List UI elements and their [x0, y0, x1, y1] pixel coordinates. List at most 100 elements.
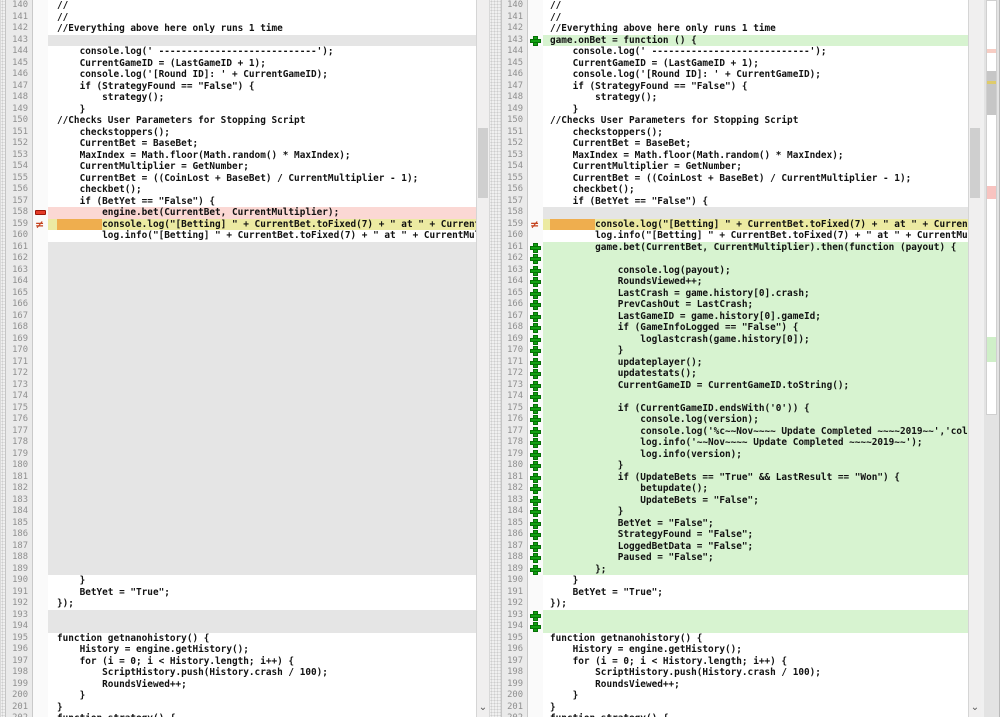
code-text[interactable]: console.log(' --------------------------…	[48, 46, 476, 58]
code-text[interactable]	[48, 460, 476, 472]
code-text[interactable]	[48, 368, 476, 380]
code-text[interactable]	[48, 426, 476, 438]
code-text[interactable]: game.bet(CurrentBet, CurrentMultiplier).…	[543, 242, 968, 254]
code-text[interactable]: console.log('[Round ID]: ' + CurrentGame…	[543, 69, 968, 81]
code-text[interactable]: if (BetYet == "False") {	[48, 196, 476, 208]
code-text[interactable]: }	[48, 702, 476, 714]
code-text[interactable]	[48, 621, 476, 633]
code-text[interactable]: }	[543, 506, 968, 518]
code-text[interactable]: }	[543, 460, 968, 472]
code-text[interactable]	[543, 207, 968, 219]
code-text[interactable]: BetYet = "True";	[543, 587, 968, 599]
code-text[interactable]: console.log('[Round ID]: ' + CurrentGame…	[48, 69, 476, 81]
code-text[interactable]: function getnanohistory() {	[543, 633, 968, 645]
code-text[interactable]: log.info('~~Nov~~~~ Update Completed ~~~…	[543, 437, 968, 449]
code-text[interactable]: if (StrategyFound == "False") {	[48, 81, 476, 93]
code-text[interactable]: }	[543, 690, 968, 702]
code-text[interactable]: CurrentGameID = (LastGameID + 1);	[48, 58, 476, 70]
code-text[interactable]: History = engine.getHistory();	[543, 644, 968, 656]
code-text[interactable]: console.log(' --------------------------…	[543, 46, 968, 58]
code-text[interactable]	[48, 253, 476, 265]
code-text[interactable]: //	[48, 12, 476, 24]
code-text[interactable]: //Checks User Parameters for Stopping Sc…	[543, 115, 968, 127]
code-text[interactable]: UpdateBets = "False";	[543, 495, 968, 507]
code-text[interactable]	[48, 449, 476, 461]
code-text[interactable]: LastGameID = game.history[0].gameId;	[543, 311, 968, 323]
code-text[interactable]: }	[543, 104, 968, 116]
code-text[interactable]: function strategy() {	[48, 713, 476, 717]
code-text[interactable]	[543, 391, 968, 403]
code-text[interactable]	[48, 35, 476, 47]
code-text[interactable]: CurrentBet = ((CoinLost + BaseBet) / Cur…	[48, 173, 476, 185]
code-text[interactable]: //Checks User Parameters for Stopping Sc…	[48, 115, 476, 127]
code-text[interactable]: CurrentBet = BaseBet;	[543, 138, 968, 150]
code-text[interactable]: History = engine.getHistory();	[48, 644, 476, 656]
code-text[interactable]: checkbet();	[48, 184, 476, 196]
code-text[interactable]: betupdate();	[543, 483, 968, 495]
pane-splitter[interactable]	[489, 0, 502, 717]
code-text[interactable]: strategy();	[48, 92, 476, 104]
code-text[interactable]	[48, 541, 476, 553]
code-text[interactable]: });	[543, 598, 968, 610]
code-text[interactable]: loglastcrash(game.history[0]);	[543, 334, 968, 346]
code-text[interactable]: if (GameInfoLogged == "False") {	[543, 322, 968, 334]
code-text[interactable]: }	[543, 575, 968, 587]
code-text[interactable]: //	[543, 0, 968, 12]
code-text[interactable]	[48, 437, 476, 449]
code-text[interactable]: RoundsViewed++;	[48, 679, 476, 691]
code-text[interactable]	[48, 380, 476, 392]
code-text[interactable]: log.info("[Betting] " + CurrentBet.toFix…	[543, 230, 968, 242]
right-vertical-scrollbar[interactable]: ⌄	[968, 0, 981, 717]
code-text[interactable]	[543, 253, 968, 265]
code-text[interactable]: //Everything above here only runs 1 time	[543, 23, 968, 35]
code-text[interactable]: LoggedBetData = "False";	[543, 541, 968, 553]
code-text[interactable]: }	[48, 575, 476, 587]
code-text[interactable]: for (i = 0; i < History.length; i++) {	[543, 656, 968, 668]
code-text[interactable]	[48, 276, 476, 288]
code-text[interactable]	[48, 322, 476, 334]
code-text[interactable]: CurrentBet = ((CoinLost + BaseBet) / Cur…	[543, 173, 968, 185]
code-text[interactable]	[48, 414, 476, 426]
code-text[interactable]: log.info("[Betting] " + CurrentBet.toFix…	[48, 230, 476, 242]
code-text[interactable]: console.log(payout);	[543, 265, 968, 277]
diff-navigation-bar[interactable]	[984, 0, 1000, 717]
code-text[interactable]	[48, 506, 476, 518]
code-text[interactable]: }	[48, 104, 476, 116]
code-text[interactable]: });	[48, 598, 476, 610]
code-text[interactable]: if (CurrentGameID.endsWith('0')) {	[543, 403, 968, 415]
code-text[interactable]: engine.bet(CurrentBet, CurrentMultiplier…	[48, 207, 476, 219]
code-text[interactable]: CurrentBet = BaseBet;	[48, 138, 476, 150]
code-text[interactable]	[543, 610, 968, 622]
code-text[interactable]	[48, 242, 476, 254]
code-text[interactable]: //	[543, 12, 968, 24]
scrollbar-thumb[interactable]	[478, 128, 488, 198]
code-text[interactable]: log.info(version);	[543, 449, 968, 461]
code-text[interactable]: function strategy() {	[543, 713, 968, 717]
scroll-down-button[interactable]: ⌄	[477, 703, 489, 717]
code-text[interactable]: console.log(version);	[543, 414, 968, 426]
code-text[interactable]: LastCrash = game.history[0].crash;	[543, 288, 968, 300]
code-text[interactable]: BetYet = "True";	[48, 587, 476, 599]
code-text[interactable]	[48, 311, 476, 323]
code-text[interactable]: BetYet = "False";	[543, 518, 968, 530]
code-text[interactable]: CurrentGameID = CurrentGameID.toString()…	[543, 380, 968, 392]
code-text[interactable]: RoundsViewed++;	[543, 276, 968, 288]
code-text[interactable]	[48, 495, 476, 507]
code-text[interactable]: checkbet();	[543, 184, 968, 196]
code-text[interactable]	[48, 518, 476, 530]
code-text[interactable]: }	[543, 345, 968, 357]
code-text[interactable]: function getnanohistory() {	[48, 633, 476, 645]
code-text[interactable]	[48, 483, 476, 495]
code-text[interactable]: strategy();	[543, 92, 968, 104]
code-text[interactable]	[48, 299, 476, 311]
left-vertical-scrollbar[interactable]: ⌄	[476, 0, 489, 717]
code-text[interactable]: CurrentMultiplier = GetNumber;	[48, 161, 476, 173]
code-text[interactable]: MaxIndex = Math.floor(Math.random() * Ma…	[48, 150, 476, 162]
code-text[interactable]: };	[543, 564, 968, 576]
code-text[interactable]	[48, 357, 476, 369]
code-text[interactable]	[48, 403, 476, 415]
code-text[interactable]	[48, 265, 476, 277]
code-text[interactable]: //Everything above here only runs 1 time	[48, 23, 476, 35]
code-text[interactable]	[543, 621, 968, 633]
diff-overview-track[interactable]	[986, 0, 997, 415]
